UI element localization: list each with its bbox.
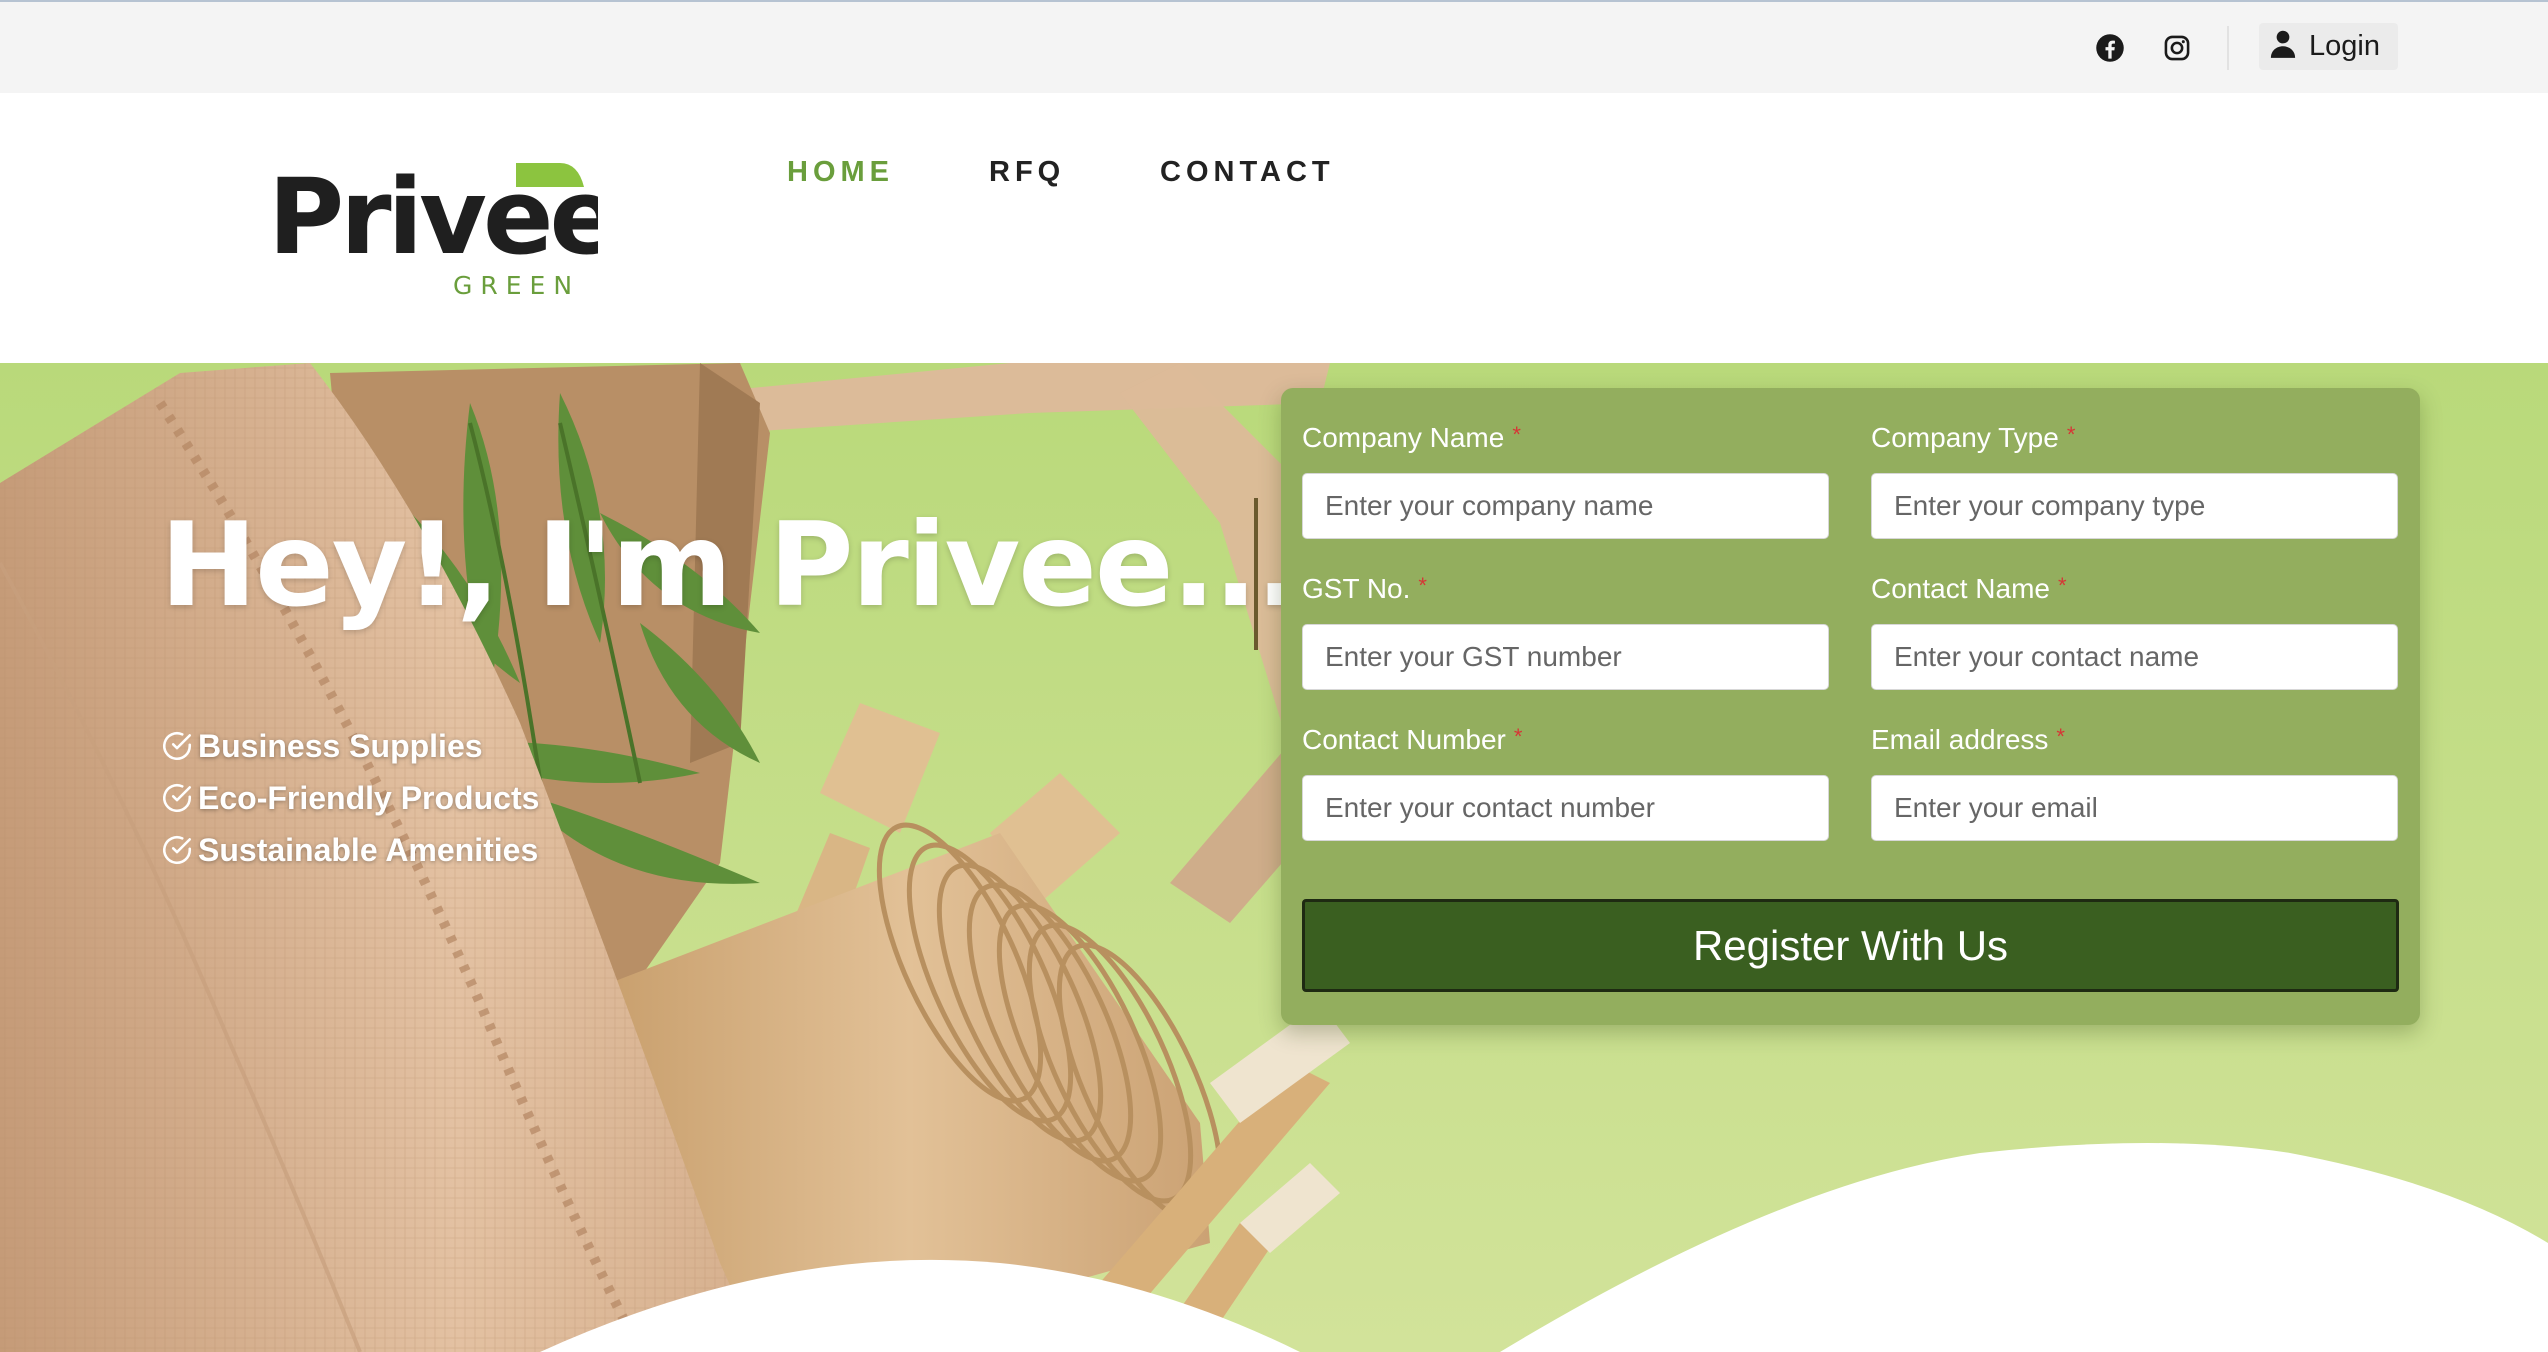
check-circle-icon xyxy=(162,731,192,761)
company-name-input[interactable] xyxy=(1302,473,1829,539)
contact-number-label: Contact Number * xyxy=(1302,724,1523,755)
feature-item: Eco-Friendly Products xyxy=(160,772,539,824)
email-label: Email address * xyxy=(1871,724,2065,755)
company-name-label: Company Name * xyxy=(1302,422,1521,453)
contact-name-label: Contact Name * xyxy=(1871,573,2067,604)
contact-name-input[interactable] xyxy=(1871,624,2398,690)
facebook-icon[interactable] xyxy=(2093,31,2127,65)
check-circle-icon xyxy=(162,783,192,813)
svg-text:Privee: Privee xyxy=(268,163,598,278)
hero-headline: Hey!, I'm Privee... xyxy=(160,498,1300,633)
site-header: Privee GREEN HOME RFQ CONTACT xyxy=(0,93,2548,363)
check-circle-icon xyxy=(162,835,192,865)
feature-list: Business Supplies Eco-Friendly Products … xyxy=(160,720,539,876)
hero-section: Hey!, I'm Privee... Business Supplies Ec… xyxy=(0,363,2548,1352)
login-button[interactable]: Login xyxy=(2259,23,2398,70)
top-utility-bar: Login xyxy=(0,0,2548,93)
feature-label: Sustainable Amenities xyxy=(198,831,539,868)
required-marker: * xyxy=(1512,422,1521,447)
gst-number-label: GST No. * xyxy=(1302,573,1427,604)
feature-label: Eco-Friendly Products xyxy=(198,779,540,816)
registration-form: Company Name* Company Type* GST No.* Con… xyxy=(1281,388,2420,1025)
gst-number-input[interactable] xyxy=(1302,624,1829,690)
required-marker: * xyxy=(2057,573,2067,598)
user-icon xyxy=(2269,29,2297,64)
topbar-divider xyxy=(2227,26,2229,70)
email-input[interactable] xyxy=(1871,775,2398,841)
contact-number-input[interactable] xyxy=(1302,775,1829,841)
required-marker: * xyxy=(1418,573,1427,598)
privee-green-logo[interactable]: Privee GREEN xyxy=(268,156,620,303)
feature-item: Sustainable Amenities xyxy=(160,824,539,876)
feature-label: Business Supplies xyxy=(198,727,483,764)
required-marker: * xyxy=(2056,724,2065,749)
register-button[interactable]: Register With Us xyxy=(1302,899,2399,992)
login-label: Login xyxy=(2309,30,2380,62)
company-type-input[interactable] xyxy=(1871,473,2398,539)
company-type-label: Company Type * xyxy=(1871,422,2076,453)
required-marker: * xyxy=(1513,724,1523,749)
instagram-icon[interactable] xyxy=(2160,31,2194,65)
nav-contact[interactable]: CONTACT xyxy=(1160,156,1335,189)
nav-rfq[interactable]: RFQ xyxy=(989,156,1065,189)
svg-text:GREEN: GREEN xyxy=(453,271,580,300)
typing-cursor xyxy=(1254,498,1258,650)
feature-item: Business Supplies xyxy=(160,720,539,772)
nav-home[interactable]: HOME xyxy=(787,156,894,189)
required-marker: * xyxy=(2066,422,2076,447)
